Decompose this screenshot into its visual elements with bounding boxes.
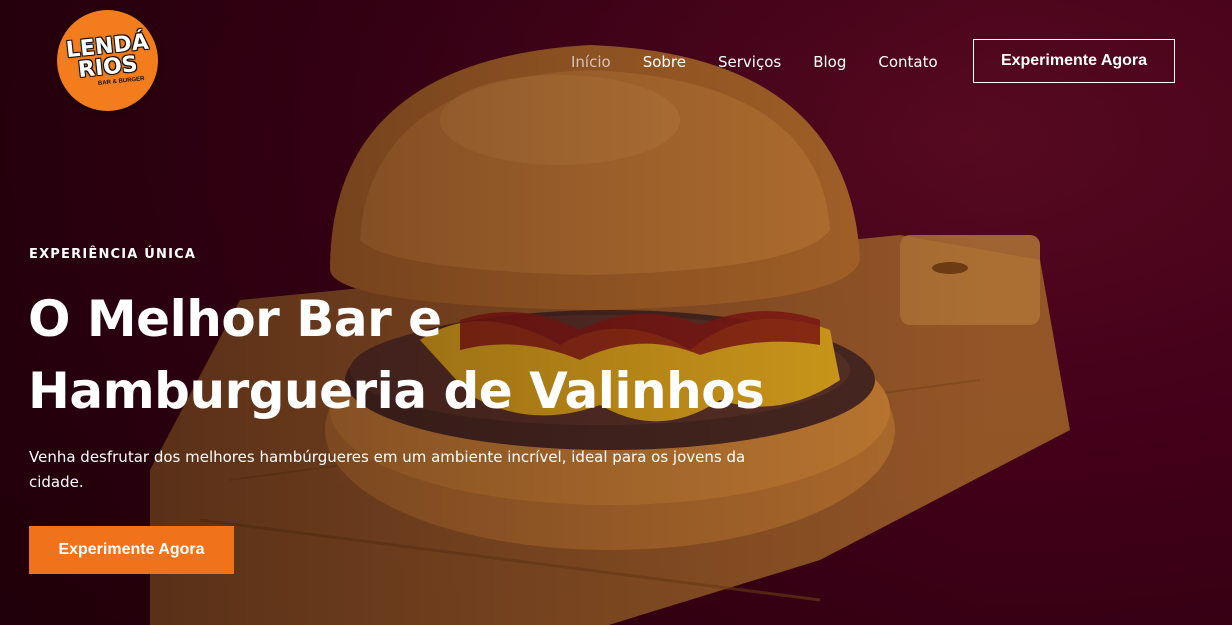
nav-item-blog[interactable]: Blog xyxy=(813,52,846,72)
headline-line-2: Hamburgueria de Valinhos xyxy=(28,362,765,420)
headline-line-1: O Melhor Bar e xyxy=(28,290,442,348)
logo-text-bottom: RIOS xyxy=(76,51,139,83)
hero-eyebrow: EXPERIÊNCIA ÚNICA xyxy=(29,247,197,262)
header-cta-button[interactable]: Experimente Agora xyxy=(973,39,1175,83)
brand-logo[interactable]: LENDÁ RIOS BAR & BURGER xyxy=(57,10,158,111)
nav-item-servicos[interactable]: Serviços xyxy=(718,52,781,72)
nav-item-sobre[interactable]: Sobre xyxy=(643,52,686,72)
nav-item-contato[interactable]: Contato xyxy=(878,52,937,72)
main-nav: Início Sobre Serviços Blog Contato xyxy=(571,52,970,72)
hero-cta-button[interactable]: Experimente Agora xyxy=(29,526,234,574)
nav-item-inicio[interactable]: Início xyxy=(571,52,611,72)
hero-headline: O Melhor Bar e Hamburgueria de Valinhos xyxy=(28,283,828,427)
hero-subtext: Venha desfrutar dos melhores hambúrguere… xyxy=(29,448,746,491)
